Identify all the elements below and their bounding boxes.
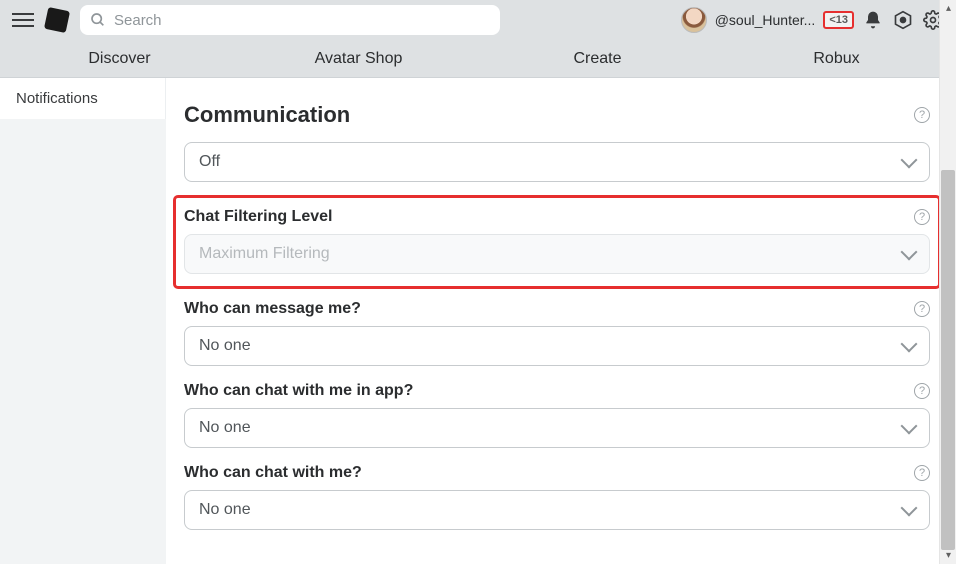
setting-label: Chat Filtering Level [184,208,332,226]
roblox-logo-icon[interactable] [44,7,70,33]
setting-label-row: Who can chat with me in app? ? [184,382,930,400]
scroll-up-icon[interactable]: ▴ [940,0,956,17]
setting-label: Who can chat with me? [184,464,362,482]
nav-avatar-shop[interactable]: Avatar Shop [239,50,478,68]
help-icon[interactable]: ? [914,209,930,225]
notifications-bell-icon[interactable] [862,9,884,31]
content-panel: Communication ? Off Chat Filtering Level… [166,78,956,564]
nav-discover[interactable]: Discover [0,50,239,68]
search-icon [90,12,106,28]
select-value: Maximum Filtering [199,245,330,263]
scroll-down-icon[interactable]: ▾ [940,547,956,564]
top-bar: @soul_Hunter... <13 [0,0,956,40]
section-title-row: Communication ? [184,102,930,128]
setting-row: Who can chat with me? ? No one [184,464,930,530]
select-value: No one [199,501,251,519]
select-who-chat-app[interactable]: No one [184,408,930,448]
help-icon[interactable]: ? [914,107,930,123]
chevron-down-icon [901,418,918,435]
user-area: @soul_Hunter... <13 [681,7,944,33]
nav-create[interactable]: Create [478,50,717,68]
setting-label: Who can chat with me in app? [184,382,413,400]
chevron-down-icon [901,152,918,169]
body-area: Notifications Communication ? Off Chat F… [0,78,956,564]
nav-robux[interactable]: Robux [717,50,956,68]
section-title: Communication [184,102,350,128]
setting-label-row: Who can chat with me? ? [184,464,930,482]
select-who-chat[interactable]: No one [184,490,930,530]
robux-icon[interactable] [892,9,914,31]
setting-row: Who can message me? ? No one [184,300,930,366]
setting-label-row: Chat Filtering Level ? [184,208,930,226]
setting-row: Off [184,142,930,182]
setting-label-row: Who can message me? ? [184,300,930,318]
setting-row-highlighted: Chat Filtering Level ? Maximum Filtering [176,198,938,286]
select-value: No one [199,419,251,437]
setting-label: Who can message me? [184,300,361,318]
setting-row: Who can chat with me in app? ? No one [184,382,930,448]
select-communication[interactable]: Off [184,142,930,182]
search-box[interactable] [80,5,500,35]
chevron-down-icon [901,500,918,517]
nav-bar: Discover Avatar Shop Create Robux [0,40,956,78]
age-badge: <13 [823,11,854,29]
menu-icon[interactable] [12,9,34,31]
username-label[interactable]: @soul_Hunter... [715,12,816,28]
sidebar: Notifications [0,78,166,564]
avatar[interactable] [681,7,707,33]
sidebar-item-notifications[interactable]: Notifications [0,78,166,119]
select-value: Off [199,153,220,171]
select-who-message[interactable]: No one [184,326,930,366]
help-icon[interactable]: ? [914,465,930,481]
scrollbar-track[interactable]: ▴ ▾ [939,0,956,564]
select-chat-filtering: Maximum Filtering [184,234,930,274]
chevron-down-icon [901,336,918,353]
select-value: No one [199,337,251,355]
chevron-down-icon [901,244,918,261]
scrollbar-thumb[interactable] [941,170,955,550]
help-icon[interactable]: ? [914,301,930,317]
help-icon[interactable]: ? [914,383,930,399]
search-input[interactable] [114,12,490,29]
